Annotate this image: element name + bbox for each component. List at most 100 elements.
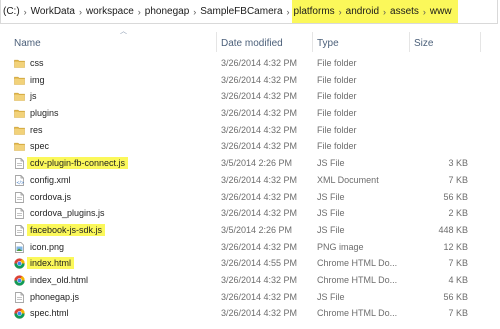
breadcrumb-item-phonegap[interactable]: phonegap › xyxy=(143,0,199,23)
column-header-size[interactable]: Size xyxy=(414,38,433,49)
breadcrumb-item-assets[interactable]: assets › xyxy=(388,0,428,23)
chrome-icon xyxy=(14,258,25,269)
breadcrumb-separator-icon[interactable]: › xyxy=(336,6,344,17)
breadcrumb-item-platforms[interactable]: platforms › xyxy=(291,0,344,23)
file-type: Chrome HTML Do... xyxy=(317,274,398,285)
file-date-modified: 3/26/2014 4:32 PM xyxy=(221,274,298,285)
file-row[interactable]: index.html 3/26/2014 4:55 PM Chrome HTML D… xyxy=(0,255,500,272)
breadcrumb-label: SampleFBCamera xyxy=(200,6,283,17)
file-date-modified: 3/26/2014 4:32 PM xyxy=(221,141,298,152)
file-name: img xyxy=(30,72,45,89)
png-file-icon xyxy=(15,241,24,253)
column-divider[interactable] xyxy=(312,32,313,52)
column-header-date[interactable]: Date modified xyxy=(221,38,283,49)
file-size: 12 KB xyxy=(443,241,468,252)
file-name-text: index_old.html xyxy=(30,274,89,285)
file-type: PNG image xyxy=(317,241,364,252)
file-row[interactable]: spec 3/26/2014 4:32 PM File folder xyxy=(0,138,500,155)
file-name: facebook-js-sdk.js xyxy=(27,222,106,239)
file-name-text: config.xml xyxy=(30,174,71,185)
breadcrumb-separator-icon[interactable]: › xyxy=(77,7,84,17)
file-size: 56 KB xyxy=(443,191,468,202)
breadcrumb-root-label: (C:) xyxy=(3,6,20,17)
column-header-type[interactable]: Type xyxy=(317,38,339,49)
breadcrumb: (C:) › WorkData › workspace › phonegap ›… xyxy=(0,0,498,24)
file-name-text: plugins xyxy=(30,108,59,119)
file-name: spec.html xyxy=(30,305,69,322)
file-row[interactable]: cordova_plugins.js 3/26/2014 4:32 PM JS Fi… xyxy=(0,205,500,222)
column-header-name[interactable]: Name xyxy=(14,38,41,49)
breadcrumb-item-android[interactable]: android › xyxy=(343,0,389,23)
breadcrumb-separator-icon[interactable]: › xyxy=(191,7,198,17)
folder-icon xyxy=(14,76,25,85)
breadcrumb-separator-icon[interactable]: › xyxy=(420,6,428,17)
sort-ascending-icon: ︿ xyxy=(120,28,127,35)
file-type: JS File xyxy=(317,208,345,219)
file-date-modified: 3/26/2014 4:32 PM xyxy=(221,208,298,219)
file-row[interactable]: plugins 3/26/2014 4:32 PM File folder xyxy=(0,105,500,122)
column-header-bar: Name ︿ Date modified Type Size xyxy=(0,24,500,54)
folder-icon xyxy=(14,126,25,135)
file-name-text: spec xyxy=(30,141,50,152)
column-divider[interactable] xyxy=(216,32,217,52)
file-name-text: cdv-plugin-fb-connect.js xyxy=(27,157,129,170)
chrome-icon xyxy=(14,308,25,319)
file-row[interactable]: css 3/26/2014 4:32 PM File folder xyxy=(0,55,500,72)
breadcrumb-separator-icon[interactable]: › xyxy=(285,7,292,17)
file-size: 7 KB xyxy=(448,174,468,185)
file-row[interactable]: icon.png 3/26/2014 4:32 PM PNG image 12 KB xyxy=(0,239,500,256)
file-size: 4 KB xyxy=(448,274,468,285)
file-size: 448 KB xyxy=(438,224,468,235)
js-file-icon xyxy=(15,158,24,169)
file-row[interactable]: js 3/26/2014 4:32 PM File folder xyxy=(0,88,500,105)
file-name: index.html xyxy=(27,255,75,272)
file-name-text: res xyxy=(30,124,43,135)
file-row[interactable]: res 3/26/2014 4:32 PM File folder xyxy=(0,122,500,139)
file-name-text: index.html xyxy=(27,257,75,270)
file-type: Chrome HTML Do... xyxy=(317,258,398,269)
file-row[interactable]: index_old.html 3/26/2014 4:32 PM Chrome HT… xyxy=(0,272,500,289)
breadcrumb-separator-icon[interactable]: › xyxy=(381,6,389,17)
breadcrumb-item-samplefbcamera[interactable]: SampleFBCamera › xyxy=(198,0,292,23)
js-file-icon xyxy=(15,225,24,236)
file-name: css xyxy=(30,55,44,72)
svg-text:</>: </> xyxy=(16,180,24,185)
breadcrumb-root[interactable]: (C:) › xyxy=(1,0,29,23)
file-row[interactable]: </> config.xml 3/26/2014 4:32 PM XML Docume… xyxy=(0,172,500,189)
file-row[interactable]: cordova.js 3/26/2014 4:32 PM JS File 56 KB xyxy=(0,189,500,206)
column-divider[interactable] xyxy=(480,32,481,52)
breadcrumb-label: android xyxy=(345,6,380,17)
file-row[interactable]: spec.html 3/26/2014 4:32 PM Chrome HTML Do… xyxy=(0,305,500,322)
breadcrumb-item-workspace[interactable]: workspace › xyxy=(84,0,143,23)
file-date-modified: 3/26/2014 4:32 PM xyxy=(221,91,298,102)
breadcrumb-item-workdata[interactable]: WorkData › xyxy=(29,0,84,23)
folder-icon xyxy=(14,109,25,118)
file-type: JS File xyxy=(317,158,345,169)
file-date-modified: 3/26/2014 4:32 PM xyxy=(221,291,298,302)
file-row[interactable]: facebook-js-sdk.js 3/5/2014 2:26 PM JS Fil… xyxy=(0,222,500,239)
file-name: cordova.js xyxy=(30,189,71,206)
file-type: File folder xyxy=(317,58,357,68)
file-name: index_old.html xyxy=(30,272,88,289)
file-name: plugins xyxy=(30,105,59,122)
file-row[interactable]: cdv-plugin-fb-connect.js 3/5/2014 2:26 PM… xyxy=(0,155,500,172)
js-file-icon xyxy=(15,291,24,303)
file-date-modified: 3/26/2014 4:32 PM xyxy=(221,174,298,185)
column-divider[interactable] xyxy=(409,32,410,52)
file-list: css 3/26/2014 4:32 PM File folder img 3/26/2… xyxy=(0,55,500,322)
file-name: spec xyxy=(30,138,49,155)
file-name-text: phonegap.js xyxy=(30,291,80,302)
breadcrumb-item-www[interactable]: www xyxy=(427,0,454,23)
file-size: 2 KB xyxy=(448,208,468,219)
file-type: File folder xyxy=(317,74,357,85)
breadcrumb-separator-icon[interactable]: › xyxy=(22,7,29,17)
folder-icon xyxy=(14,59,25,68)
file-row[interactable]: phonegap.js 3/26/2014 4:32 PM JS File 56 KB xyxy=(0,289,500,306)
file-size: 3 KB xyxy=(448,158,468,169)
breadcrumb-separator-icon[interactable]: › xyxy=(136,7,143,17)
file-name: js xyxy=(30,88,37,105)
file-row[interactable]: img 3/26/2014 4:32 PM File folder xyxy=(0,72,500,89)
breadcrumb-label: www xyxy=(429,6,452,17)
file-name-text: img xyxy=(30,74,45,85)
file-type: JS File xyxy=(317,191,345,202)
